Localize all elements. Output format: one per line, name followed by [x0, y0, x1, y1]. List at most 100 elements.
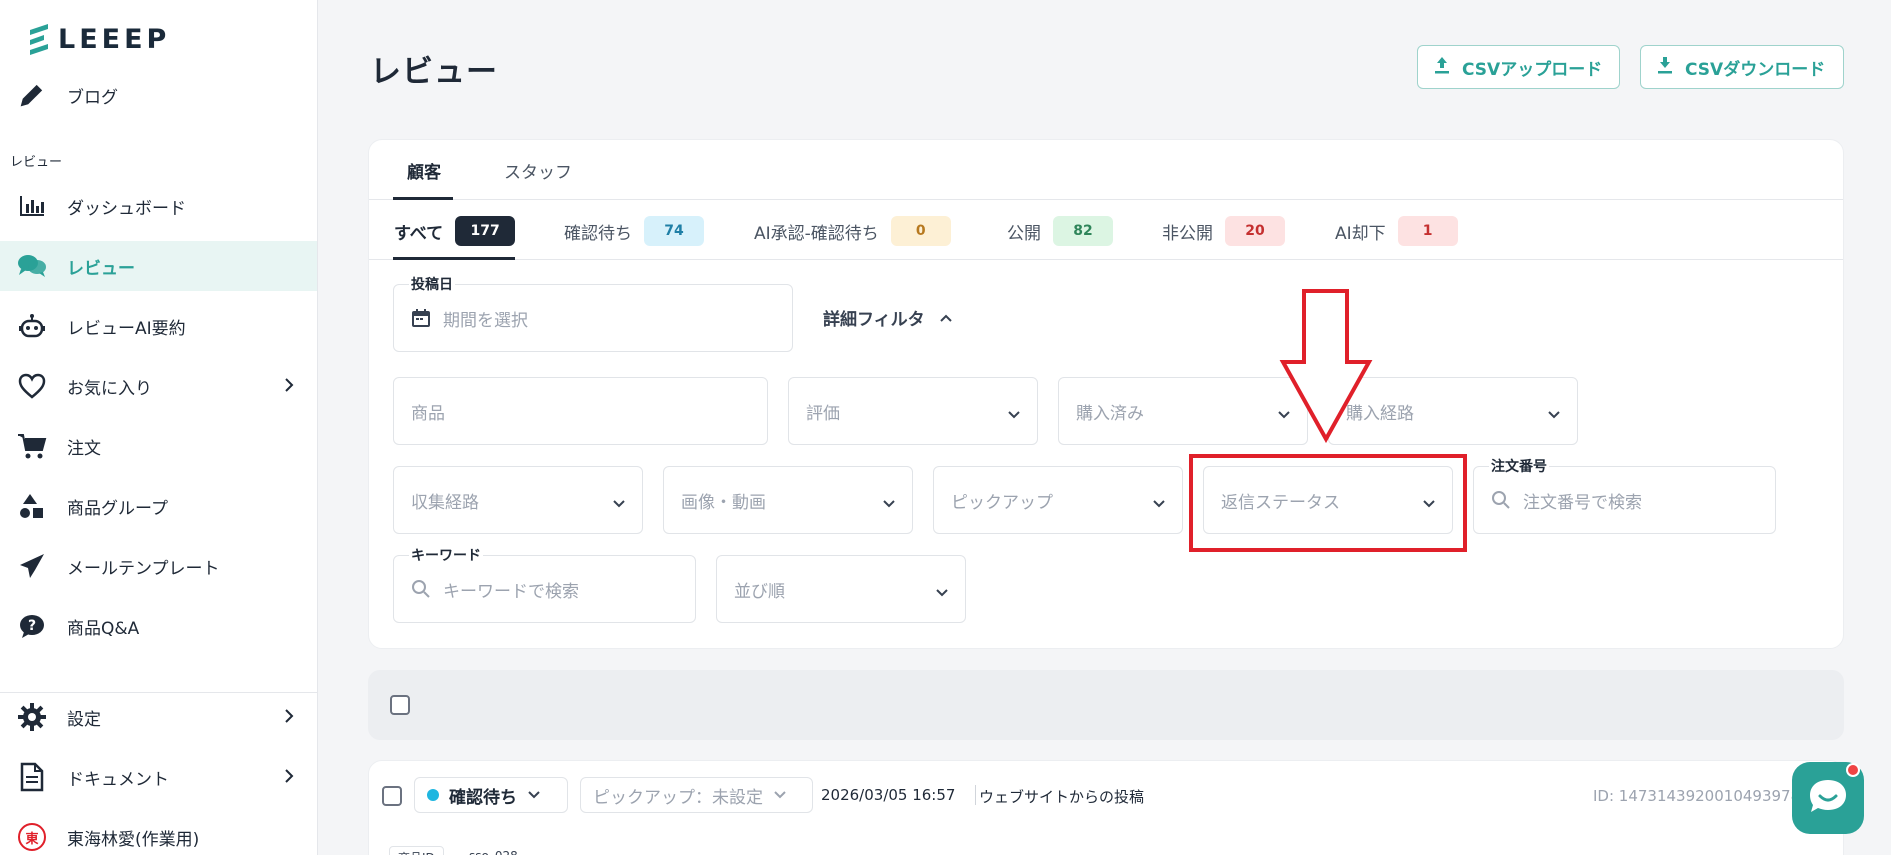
collect-route-select[interactable]: 収集経路: [393, 466, 643, 534]
sidebar-item-label: 商品Q&A: [67, 618, 140, 639]
csv-upload-label: CSVアップロード: [1462, 59, 1603, 80]
sidebar-item-label: レビュー: [67, 258, 135, 279]
avatar: 東: [16, 821, 48, 853]
sidebar-item-blog[interactable]: ブログ: [0, 70, 317, 120]
chevron-right-icon: [283, 707, 295, 730]
sidebar-item-orders[interactable]: 注文: [0, 421, 317, 471]
status-count-badge: 0: [890, 216, 951, 246]
sidebar-item-label: 注文: [67, 438, 101, 459]
chevron-right-icon: [283, 767, 295, 790]
review-item: 確認待ち ピックアップ：未設定 2026/03/05 16:57 ウェブサイトか…: [368, 760, 1844, 855]
status-label: 非公開: [1162, 223, 1213, 244]
chevron-down-icon: [1152, 494, 1166, 514]
heart-icon: [16, 370, 48, 402]
status-filter-row: すべて 177 確認待ち 74 AI承認-確認待ち 0 公開 82 非公開 20…: [369, 200, 1843, 260]
sidebar-item-product-qa[interactable]: ? 商品Q&A: [0, 601, 317, 651]
product-placeholder: 商品: [411, 403, 445, 424]
status-count-badge: 74: [644, 216, 704, 246]
csv-download-button[interactable]: CSVダウンロード: [1640, 45, 1844, 89]
select-all-checkbox[interactable]: [390, 695, 410, 715]
sidebar-item-mail-templates[interactable]: メールテンプレート: [0, 541, 317, 591]
review-datetime: 2026/03/05 16:57: [821, 786, 956, 804]
chevron-down-icon: [612, 494, 626, 514]
pickup-select[interactable]: ピックアップ: [933, 466, 1183, 534]
tab-customer[interactable]: 顧客: [407, 158, 441, 183]
paper-plane-icon: [16, 550, 48, 582]
product-id-tag: 商品ID: [389, 846, 444, 855]
sidebar-item-dashboard[interactable]: ダッシュボード: [0, 181, 317, 231]
logo-mark-icon: [28, 22, 50, 56]
chevron-right-icon: [283, 376, 295, 399]
sidebar-item-review[interactable]: レビュー: [0, 241, 317, 291]
pencil-icon: [16, 79, 48, 111]
sidebar-item-label: ドキュメント: [67, 769, 169, 790]
sort-placeholder: 並び順: [734, 581, 785, 602]
chevron-down-icon: [527, 785, 541, 805]
review-status-label: 確認待ち: [449, 787, 517, 808]
logo-text: LEEEP: [58, 23, 171, 55]
csv-download-label: CSVダウンロード: [1685, 59, 1826, 80]
chat-icon: [1806, 776, 1850, 820]
product-id-value: sso_028: [469, 849, 518, 855]
sidebar-item-product-groups[interactable]: 商品グループ: [0, 481, 317, 531]
status-filter-ai-rejected[interactable]: AI却下 1: [1335, 216, 1458, 246]
status-filter-pending[interactable]: 確認待ち 74: [564, 216, 704, 246]
purchased-select[interactable]: 購入済み: [1058, 377, 1308, 445]
order-number-label: 注文番号: [1489, 456, 1549, 476]
bulk-select-bar: [368, 670, 1844, 740]
robot-icon: [16, 310, 48, 342]
post-date-label: 投稿日: [409, 274, 455, 294]
keyword-input[interactable]: キーワードで検索: [393, 555, 696, 623]
status-label: AI却下: [1335, 223, 1386, 244]
post-date-field[interactable]: 期間を選択: [393, 284, 793, 352]
media-placeholder: 画像・動画: [681, 492, 766, 513]
status-filter-ai-approved[interactable]: AI承認-確認待ち 0: [754, 216, 951, 246]
upload-icon: [1434, 56, 1450, 79]
chevron-down-icon: [1007, 405, 1021, 425]
order-number-input[interactable]: 注文番号で検索: [1473, 466, 1776, 534]
status-filter-private[interactable]: 非公開 20: [1162, 216, 1285, 246]
sidebar-item-label: レビューAI要約: [67, 318, 186, 339]
leeep-logo[interactable]: LEEEP: [28, 22, 170, 56]
status-label: すべて: [394, 223, 444, 244]
status-label: AI承認-確認待ち: [754, 223, 879, 244]
status-filter-all[interactable]: すべて 177: [394, 216, 516, 246]
notification-dot: [1846, 763, 1860, 777]
status-count-badge: 177: [455, 216, 516, 246]
sidebar-item-review-ai-summary[interactable]: レビューAI要約: [0, 301, 317, 351]
status-filter-published[interactable]: 公開 82: [1007, 216, 1113, 246]
section-label-review: レビュー: [10, 155, 63, 170]
rating-select[interactable]: 評価: [788, 377, 1038, 445]
sort-select[interactable]: 並び順: [716, 555, 966, 623]
chevron-up-icon: [939, 308, 953, 328]
detail-filter-toggle[interactable]: 詳細フィルタ: [823, 305, 953, 330]
review-pickup-select[interactable]: ピックアップ：未設定: [580, 777, 813, 813]
media-select[interactable]: 画像・動画: [663, 466, 913, 534]
svg-text:?: ?: [28, 618, 36, 634]
review-id: ID: 1473143920010493978: [1593, 787, 1801, 805]
sidebar-item-label: メールテンプレート: [67, 558, 220, 579]
status-count-badge: 20: [1225, 216, 1285, 246]
page-title: レビュー: [370, 54, 498, 90]
product-field[interactable]: 商品: [393, 377, 768, 445]
review-checkbox[interactable]: [382, 786, 402, 806]
sidebar-item-documents[interactable]: ドキュメント: [0, 752, 317, 802]
shapes-icon: [16, 490, 48, 522]
download-icon: [1657, 56, 1673, 79]
sidebar-item-favorites[interactable]: お気に入り: [0, 361, 317, 411]
sidebar-item-label: 設定: [67, 709, 101, 730]
user-name: 東海林愛(作業用): [67, 829, 200, 850]
csv-upload-button[interactable]: CSVアップロード: [1417, 45, 1620, 89]
sidebar-item-settings[interactable]: 設定: [0, 692, 317, 742]
chevron-down-icon: [1547, 405, 1561, 425]
sidebar-user[interactable]: 東 東海林愛(作業用): [0, 812, 317, 855]
status-dot-icon: [427, 789, 439, 801]
tabs-row: 顧客 スタッフ: [369, 140, 1843, 200]
rating-placeholder: 評価: [806, 403, 840, 424]
question-icon: ?: [16, 610, 48, 642]
sidebar-item-label: お気に入り: [67, 378, 152, 399]
keyword-placeholder: キーワードで検索: [443, 581, 579, 602]
search-icon: [411, 579, 431, 599]
review-status-select[interactable]: 確認待ち: [414, 777, 568, 813]
tab-staff[interactable]: スタッフ: [504, 158, 572, 183]
